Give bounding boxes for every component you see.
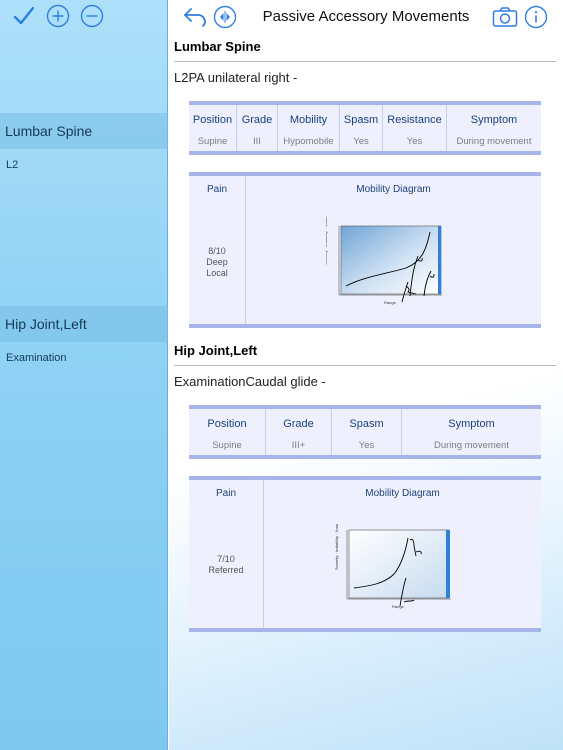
column-header-symptom: Symptom [448, 418, 495, 430]
record-description: ExaminationCaudal glide - [174, 374, 326, 389]
cell-position: Supine [189, 439, 266, 455]
svg-text:Range: Range [384, 300, 397, 305]
pain-type: Referred [208, 565, 244, 575]
pain-label: Pain [215, 488, 236, 499]
main-panel: Passive Accessory Movements Lumbar Spine… [169, 0, 563, 750]
cell-grade: III [237, 135, 278, 151]
cell-symptom: During movement [456, 136, 532, 147]
pain-location: Local [206, 268, 228, 278]
pain-mobility-panel: Pain 7/10 Referred Mobility Diagram Seve… [189, 476, 541, 632]
pain-depth: Deep [206, 257, 228, 267]
column-header-grade: Grade [237, 105, 278, 135]
mobility-diagram-label: Mobility Diagram [356, 184, 431, 195]
cell-spasm: Yes [332, 439, 402, 455]
navigation-bar: Passive Accessory Movements [169, 0, 563, 34]
pain-value: 7/10 Referred [189, 554, 263, 576]
sidebar-item-examination[interactable]: Examination [6, 352, 67, 364]
assessment-table: Position Grade Spasm Symptom Supine III+… [189, 405, 541, 459]
sidebar-section-lumbar-spine[interactable]: Lumbar Spine [0, 113, 168, 149]
info-icon[interactable] [522, 3, 550, 31]
cell-mobility: Hypomobile [278, 135, 340, 151]
column-header-spasm: Spasm [340, 105, 383, 135]
pain-column: Pain 7/10 Referred [189, 480, 264, 628]
record-description: L2PA unilateral right - [174, 70, 298, 85]
column-header-grade: Grade [266, 409, 332, 439]
sidebar-toolbar [10, 2, 106, 30]
divider [174, 61, 556, 62]
mobility-column[interactable]: Mobility Diagram Severity · Irritability… [246, 176, 541, 324]
minus-circle-icon[interactable] [78, 2, 106, 30]
column-header-mobility: Mobility [278, 105, 340, 135]
svg-text:Severity · Irritability · Natu: Severity · Irritability · Nature [326, 216, 328, 265]
pain-column: Pain 8/10 Deep Local [189, 176, 246, 324]
table-row[interactable]: Supine III+ Yes During movement [189, 439, 541, 455]
column-header-position: Position [189, 105, 237, 135]
cell-resistance: Yes [383, 135, 447, 151]
cell-grade: III+ [266, 439, 332, 455]
divider [174, 365, 556, 366]
pain-score: 7/10 [217, 554, 235, 564]
record-title-hip-joint-left: Hip Joint,Left [174, 343, 258, 358]
column-header-spasm: Spasm [332, 409, 402, 439]
cell-position: Supine [189, 135, 237, 151]
mobility-diagram-label: Mobility Diagram [365, 488, 440, 499]
column-header-resistance: Resistance [383, 105, 447, 135]
sidebar-item-l2[interactable]: L2 [6, 159, 18, 171]
table-row[interactable]: Supine III Hypomobile Yes Yes During mov… [189, 135, 541, 151]
table-header-row: Position Grade Spasm Symptom [189, 409, 541, 439]
record-title-lumbar-spine: Lumbar Spine [174, 39, 261, 54]
cell-symptom: During movement [434, 440, 509, 451]
plus-circle-icon[interactable] [44, 2, 72, 30]
svg-text:Severity · Irritability · Natu: Severity · Irritability · Nature [334, 524, 339, 570]
column-header-position: Position [189, 409, 266, 439]
mobility-diagram-graphic: Severity · Irritability · Nature Range [334, 524, 451, 609]
table-header-row: Position Grade Mobility Spasm Resistance… [189, 105, 541, 135]
pain-value: 8/10 Deep Local [189, 246, 245, 279]
assessment-table: Position Grade Mobility Spasm Resistance… [189, 101, 541, 155]
sidebar-section-hip-joint-left[interactable]: Hip Joint,Left [0, 306, 168, 342]
mobility-diagram-graphic: Severity · Irritability · Nature Range [326, 216, 442, 305]
column-header-symptom: Symptom [470, 114, 518, 126]
mobility-column[interactable]: Mobility Diagram Severity · Irritability… [264, 480, 541, 628]
camera-icon[interactable] [491, 3, 519, 31]
pain-label: Pain [206, 184, 227, 195]
svg-text:Range: Range [392, 604, 405, 609]
cell-spasm: Yes [340, 135, 383, 151]
pain-score: 8/10 [208, 246, 226, 256]
checkmark-icon[interactable] [10, 2, 38, 30]
sidebar: Lumbar Spine L2 Hip Joint,Left Examinati… [0, 0, 168, 750]
pain-mobility-panel: Pain 8/10 Deep Local Mobility Diagram Se… [189, 172, 541, 328]
